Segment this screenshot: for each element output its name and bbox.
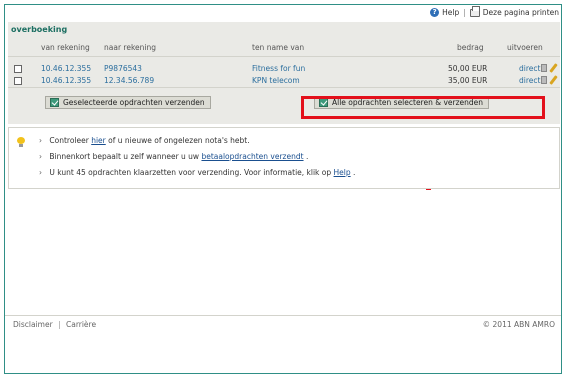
payee-name-cell: Fitness for fun [252,64,306,73]
disclaimer-link[interactable]: Disclaimer [13,320,53,329]
footer-separator: | [58,320,61,329]
utility-separator: | [463,8,466,17]
from-account-cell: 10.46.12.355 [41,76,92,85]
lightbulb-icon [17,137,25,147]
column-header-execute: uitvoeren [507,43,543,52]
info-text: . [305,152,309,161]
footer-links: Disclaimer | Carrière [13,320,96,329]
careers-link[interactable]: Carrière [66,320,96,329]
from-account-cell: 10.46.12.355 [41,64,92,73]
help-link[interactable]: Help [442,8,459,17]
to-account-cell: P9876543 [104,64,142,73]
info-text: U kunt 45 opdrachten klaarzetten voor ve… [49,168,334,177]
chevron-right-icon: › [39,152,42,161]
footer-divider [5,315,561,316]
chevron-right-icon: › [39,168,42,177]
info-text: of u nieuwe of ongelezen nota's hebt. [108,136,250,145]
column-header-name: ten name van [252,43,305,52]
send-selected-button[interactable]: Geselecteerde opdrachten verzenden [45,96,211,109]
chevron-right-icon: › [39,136,42,145]
info-line: › Binnenkort bepaalt u zelf wanneer u uw… [39,152,308,161]
table-row: 10.46.12.355 12.34.56.789 KPN telecom 35… [8,75,560,86]
document-icon[interactable] [541,64,547,72]
edit-pencil-icon[interactable] [549,63,558,73]
table-row: 10.46.12.355 P9876543 Fitness for fun 50… [8,63,560,74]
info-text: Binnenkort bepaalt u zelf wanneer u uw [49,152,202,161]
document-icon[interactable] [541,76,547,84]
page-frame: ? Help | Deze pagina printen overboeking… [4,4,562,374]
send-selected-label: Geselecteerde opdrachten verzenden [63,98,205,107]
row-select-checkbox[interactable] [14,65,22,73]
edit-pencil-icon[interactable] [549,75,558,85]
column-header-amount: bedrag [457,43,484,52]
execute-status-link[interactable]: direct [519,64,540,73]
table-divider [8,87,560,88]
column-header-to-account: naar rekening [104,43,156,52]
info-box: › Controleer hier of u nieuwe of ongelez… [8,127,560,189]
copyright: © 2011 ABN AMRO [482,320,555,329]
info-text: . [353,168,356,177]
payee-name-cell: KPN telecom [252,76,300,85]
column-header-from-account: van rekening [41,43,90,52]
info-line: › Controleer hier of u nieuwe of ongelez… [39,136,250,145]
execute-status-link[interactable]: direct [519,76,540,85]
row-select-checkbox[interactable] [14,77,22,85]
highlight-box [301,96,545,119]
help-info-link[interactable]: Help [334,168,351,177]
amount-cell: 50,00 EUR [448,64,488,73]
info-text: Controleer [49,136,92,145]
utility-bar: ? Help | Deze pagina printen [5,5,561,20]
send-payments-link[interactable]: betaalopdrachten verzendt [201,152,303,161]
table-divider [8,56,560,57]
table-header-row: van rekening naar rekening ten name van … [8,41,560,54]
printer-icon[interactable] [469,5,480,17]
help-icon[interactable]: ? [430,8,440,17]
info-line: › U kunt 45 opdrachten klaarzetten voor … [39,168,355,177]
print-page-link[interactable]: Deze pagina printen [483,8,559,17]
section-title: overboeking [11,25,68,34]
invoices-link[interactable]: hier [91,136,106,145]
to-account-cell: 12.34.56.789 [104,76,155,85]
checkbox-checked-icon [50,98,59,107]
amount-cell: 35,00 EUR [448,76,488,85]
